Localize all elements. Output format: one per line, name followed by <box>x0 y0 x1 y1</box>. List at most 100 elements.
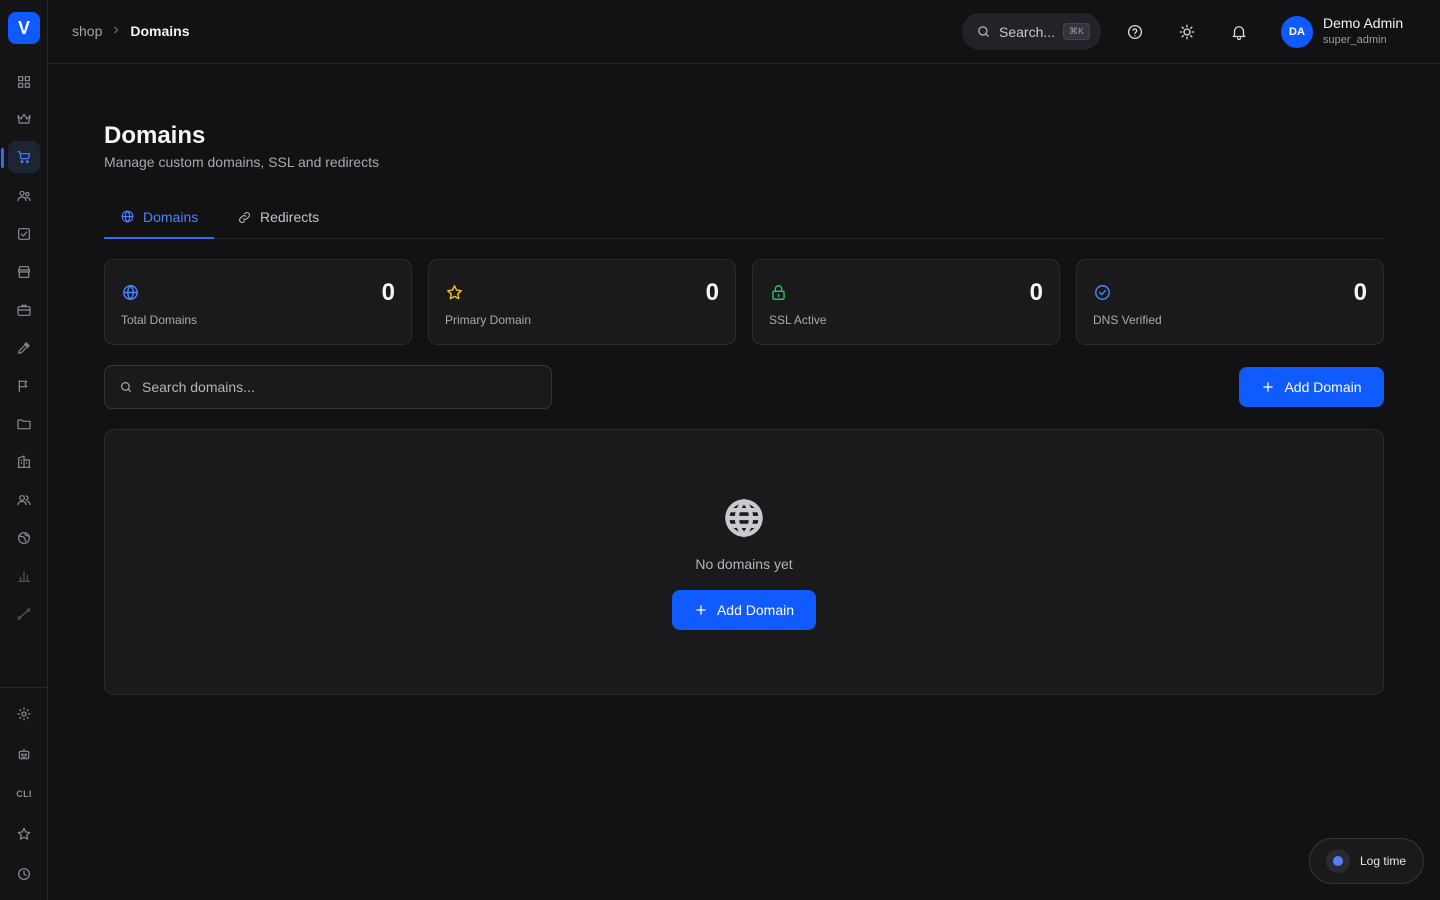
domain-search-input[interactable] <box>142 379 522 395</box>
sidebar-item-briefcase[interactable] <box>8 294 40 326</box>
log-time-button[interactable]: Log time <box>1309 838 1424 884</box>
breadcrumb: shop Domains <box>72 23 189 39</box>
help-icon <box>1127 24 1143 40</box>
sidebar-item-bot[interactable] <box>8 738 40 770</box>
user-role: super_admin <box>1323 34 1387 46</box>
cli-label: CLI <box>16 789 32 799</box>
star-icon <box>445 283 465 303</box>
crown-icon <box>17 113 31 124</box>
sidebar-item-crown[interactable] <box>8 103 40 135</box>
sidebar-item-settings[interactable] <box>8 698 40 730</box>
chevron-right-icon <box>110 23 122 39</box>
page-title: Domains <box>104 122 206 149</box>
domains-empty-panel: No domains yet <box>104 429 1384 695</box>
domain-search-field[interactable] <box>104 365 552 409</box>
timer-icon <box>1326 849 1350 873</box>
sidebar-item-files[interactable] <box>8 408 40 440</box>
stat-value: 0 <box>381 279 395 306</box>
stat-label: SSL Active <box>769 313 827 327</box>
add-domain-label: Add Domain <box>1284 379 1362 395</box>
robot-icon <box>18 748 30 760</box>
tab-domains-label: Domains <box>143 208 199 225</box>
globe-icon <box>723 497 765 539</box>
log-time-label: Log time <box>1360 854 1407 868</box>
sidebar-item-store[interactable] <box>8 256 40 288</box>
plus-icon <box>696 605 706 615</box>
stat-label: DNS Verified <box>1093 313 1162 327</box>
star-icon <box>17 827 31 840</box>
store-icon <box>18 266 30 278</box>
checkbox-icon <box>18 228 30 240</box>
stat-value: 0 <box>1353 279 1367 306</box>
global-search-label: Search... <box>999 23 1056 40</box>
globe-icon <box>121 283 141 303</box>
search-icon <box>121 382 132 393</box>
sidebar: V CLI <box>0 0 48 900</box>
briefcase-icon <box>17 304 31 316</box>
check-circle-icon <box>1093 283 1113 303</box>
bar-chart-icon <box>18 571 30 582</box>
link-icon <box>239 211 250 223</box>
sidebar-item-marketing[interactable] <box>8 370 40 402</box>
sidebar-item-dashboard[interactable] <box>8 66 40 98</box>
tab-redirects-label: Redirects <box>260 209 320 225</box>
stat-value: 0 <box>705 279 719 306</box>
breadcrumb-current: Domains <box>130 23 190 39</box>
empty-state-message: No domains yet <box>695 556 793 572</box>
cart-icon <box>17 151 31 164</box>
sidebar-item-design[interactable] <box>8 332 40 364</box>
stat-card-ssl-active: 0 SSL Active <box>752 259 1060 345</box>
clock-icon <box>18 868 30 880</box>
active-nav-indicator <box>1 148 4 168</box>
tab-domains[interactable]: Domains <box>104 196 215 239</box>
plus-icon <box>1263 382 1274 392</box>
building-icon <box>17 455 31 468</box>
breadcrumb-shop[interactable]: shop <box>72 23 102 39</box>
megaphone-icon <box>18 380 28 392</box>
stat-card-total-domains: 0 Total Domains <box>104 259 412 345</box>
search-icon <box>978 26 989 37</box>
route-icon <box>17 608 31 620</box>
globe-icon <box>121 210 134 223</box>
help-button[interactable] <box>1125 22 1145 42</box>
gear-icon <box>17 707 31 721</box>
sidebar-item-users[interactable] <box>8 180 40 212</box>
sidebar-item-analytics[interactable] <box>8 560 40 592</box>
theme-toggle-button[interactable] <box>1177 22 1197 42</box>
avatar[interactable]: DA <box>1281 16 1313 48</box>
sidebar-item-favorites[interactable] <box>8 818 40 850</box>
sidebar-item-web[interactable] <box>8 522 40 554</box>
app-logo[interactable]: V <box>8 12 40 44</box>
stat-card-dns-verified: 0 DNS Verified <box>1076 259 1384 345</box>
folder-icon <box>17 419 31 430</box>
sidebar-item-tasks[interactable] <box>8 218 40 250</box>
user-name[interactable]: Demo Admin <box>1323 15 1403 31</box>
sidebar-item-history[interactable] <box>8 858 40 890</box>
sidebar-item-cli[interactable]: CLI <box>8 778 40 810</box>
grid-icon <box>18 76 30 88</box>
notifications-button[interactable] <box>1229 22 1249 42</box>
users-icon <box>17 190 31 202</box>
global-search-button[interactable]: Search... ⌘K <box>962 13 1101 50</box>
empty-state-add-domain-label: Add Domain <box>716 602 795 618</box>
add-domain-button[interactable]: Add Domain <box>1239 367 1384 407</box>
sidebar-item-company[interactable] <box>8 446 40 478</box>
sidebar-divider <box>0 687 48 688</box>
tab-redirects[interactable]: Redirects <box>221 196 335 238</box>
empty-state-add-domain-button[interactable]: Add Domain <box>672 590 816 630</box>
stat-label: Total Domains <box>121 313 198 327</box>
stat-label: Primary Domain <box>445 313 532 327</box>
stat-value: 0 <box>1029 279 1043 306</box>
page-subtitle: Manage custom domains, SSL and redirects <box>104 154 379 170</box>
tab-bar: Domains Redirects <box>104 196 1384 239</box>
lock-icon <box>769 283 789 303</box>
sidebar-item-team[interactable] <box>8 484 40 516</box>
top-header: shop Domains Search... ⌘K DA Demo Admin … <box>48 0 1440 64</box>
stat-card-primary-domain: 0 Primary Domain <box>428 259 736 345</box>
bell-icon <box>1232 26 1246 41</box>
sidebar-item-workflow[interactable] <box>8 598 40 630</box>
pen-icon <box>18 342 30 354</box>
sidebar-item-shop[interactable] <box>8 141 40 173</box>
sun-icon <box>1179 24 1195 40</box>
globe-icon <box>18 532 30 544</box>
